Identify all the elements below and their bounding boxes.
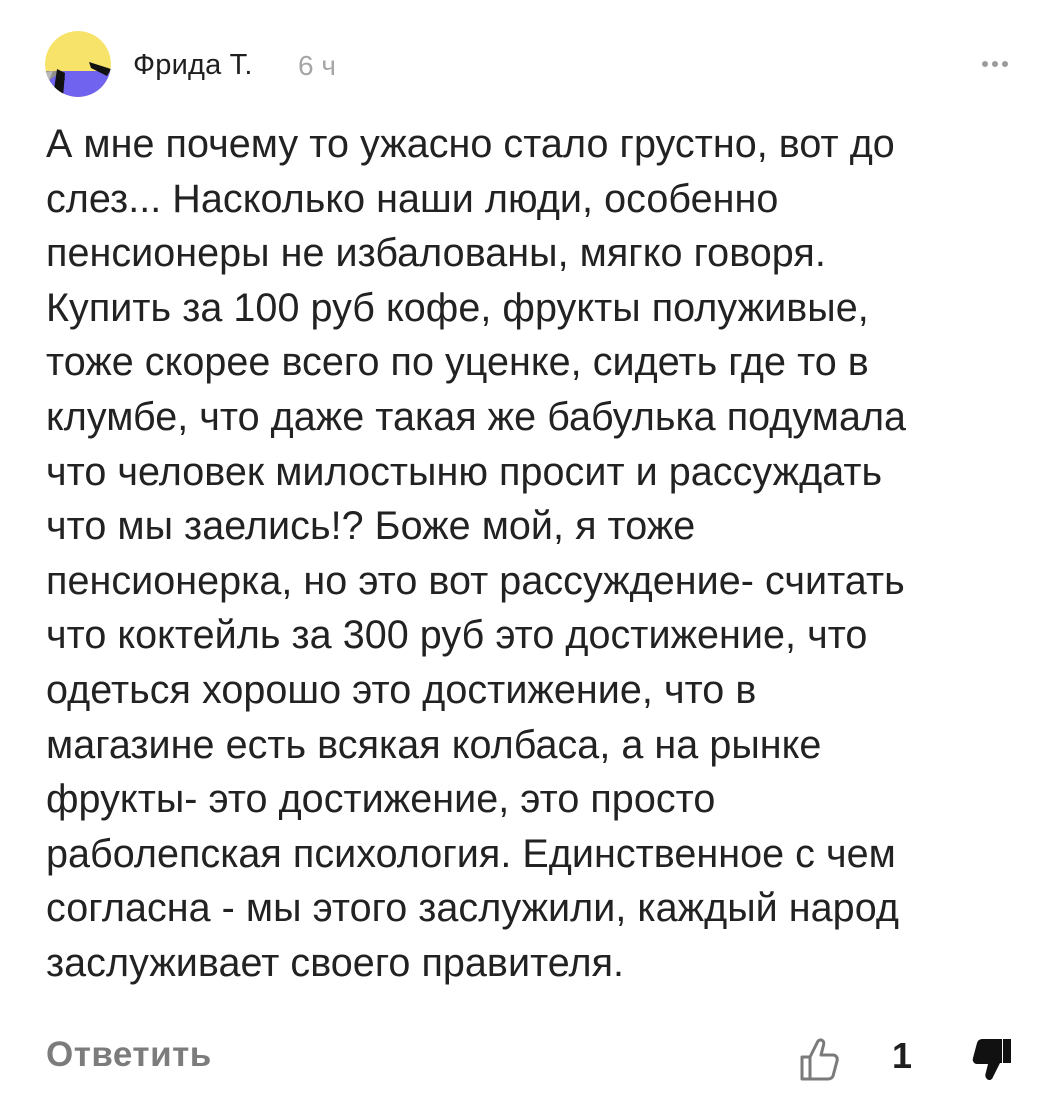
avatar-yellow-blue-icon (45, 31, 111, 97)
author-name[interactable]: Фрида Т. (133, 49, 253, 82)
more-options-button[interactable] (973, 46, 1017, 82)
comment-card: Фрида Т. 6 ч А мне почему то ужасно стал… (0, 0, 1064, 1103)
more-horizontal-icon (982, 61, 988, 67)
comment-header: Фрида Т. 6 ч (45, 31, 1020, 97)
more-horizontal-icon (992, 61, 998, 67)
thumbs-down-filled-icon (972, 1039, 1011, 1081)
like-count: 1 (892, 1035, 913, 1076)
comment-time: 6 ч (298, 50, 336, 81)
avatar[interactable] (45, 31, 111, 97)
reply-button[interactable]: Ответить (46, 1035, 212, 1075)
more-horizontal-icon (1002, 61, 1008, 67)
like-button[interactable] (794, 1033, 842, 1085)
dislike-button[interactable] (968, 1033, 1016, 1085)
comment-text: А мне почему то ужасно стало грустно, во… (46, 122, 907, 985)
comment-actions: Ответить 1 (0, 1025, 1064, 1095)
thumbs-up-outline-icon (800, 1038, 839, 1081)
